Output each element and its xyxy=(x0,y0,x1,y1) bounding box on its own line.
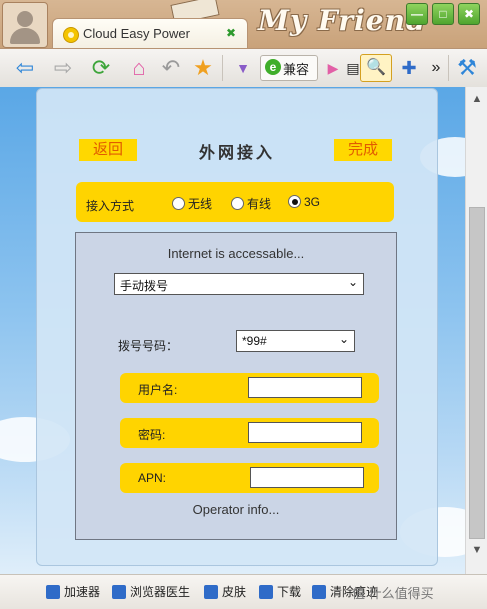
chevron-down-icon: ⌄ xyxy=(338,332,349,346)
scroll-up-icon[interactable]: ▲ xyxy=(469,91,485,107)
radio-3g-label: 3G xyxy=(304,195,321,209)
title-bar: Cloud Easy Power ✖ My Friend — □ ✖ xyxy=(0,0,487,48)
operator-info: Operator info... xyxy=(192,502,280,517)
apn-input[interactable] xyxy=(250,467,364,488)
skin-label: 皮肤 xyxy=(222,585,247,599)
vertical-scrollbar[interactable]: ▲ ▼ xyxy=(465,87,487,574)
username-label: 用户名: xyxy=(138,383,178,397)
user-avatar[interactable] xyxy=(2,2,48,48)
radio-wireless[interactable]: 无线 xyxy=(172,195,212,212)
more-tools-button[interactable]: » xyxy=(423,55,449,81)
skin-button[interactable]: 皮肤 xyxy=(204,583,246,600)
refresh-icon[interactable]: ⟳ xyxy=(88,55,114,81)
3g-settings-box: Internet is accessable... 手动拨号 ⌄ 拨号号码： *… xyxy=(75,232,397,540)
scroll-down-icon[interactable]: ▼ xyxy=(469,542,485,558)
skin-brand-logo: My Friend xyxy=(258,4,427,37)
dial-code-value: *99# xyxy=(242,334,267,348)
accelerator-button[interactable]: 加速器 xyxy=(46,583,100,600)
download-label: 下载 xyxy=(277,585,302,599)
doctor-plus-icon xyxy=(112,585,126,599)
page-viewport: 返回 外网接入 完成 接入方式 无线 有线 3G Internet is acc… xyxy=(0,87,465,574)
avatar-body-icon xyxy=(10,28,40,44)
close-window-button[interactable]: ✖ xyxy=(458,3,480,25)
tools-wrench-icon[interactable]: ⚒ xyxy=(454,55,480,81)
radio-circle-icon xyxy=(231,197,244,210)
network-settings-panel: 返回 外网接入 完成 接入方式 无线 有线 3G Internet is acc… xyxy=(36,88,438,566)
maximize-button[interactable]: □ xyxy=(432,3,454,25)
browser-doctor-button[interactable]: 浏览器医生 xyxy=(112,583,190,600)
compat-label: 兼容 xyxy=(283,62,310,77)
avatar-head-icon xyxy=(17,11,33,27)
toolbar-separator xyxy=(448,55,449,81)
star-icon[interactable]: ★ xyxy=(190,55,216,81)
watermark-logo: 值 什么值得买 xyxy=(352,586,434,601)
tab-cloud-easy-power[interactable]: Cloud Easy Power ✖ xyxy=(52,18,248,48)
radio-wireless-label: 无线 xyxy=(188,197,213,211)
home-icon[interactable]: ⌂ xyxy=(126,55,152,81)
ie-compat-icon: e xyxy=(265,59,281,75)
radio-checked-icon xyxy=(288,195,301,208)
apps-grid-icon[interactable]: ✚ xyxy=(396,55,422,81)
dial-mode-select[interactable]: 手动拨号 ⌄ xyxy=(114,273,364,295)
shirt-icon xyxy=(204,585,218,599)
password-input[interactable] xyxy=(248,422,362,443)
broom-icon xyxy=(312,585,326,599)
tab-title: Cloud Easy Power xyxy=(83,26,190,41)
username-input[interactable] xyxy=(248,377,362,398)
radio-3g[interactable]: 3G xyxy=(288,195,320,209)
done-button[interactable]: 完成 xyxy=(334,139,392,161)
dropdown-chevron-icon[interactable]: ▼ xyxy=(230,55,256,81)
wifi-icon xyxy=(63,27,79,43)
forward-arrow-icon[interactable]: ⇨ xyxy=(50,55,76,81)
status-bar: 加速器 浏览器医生 皮肤 下载 清除痕迹 值 什么值得买 xyxy=(0,574,487,609)
compat-mode-button[interactable]: e 兼容 xyxy=(260,55,318,81)
access-mode-label: 接入方式 xyxy=(86,199,135,213)
radio-wired[interactable]: 有线 xyxy=(231,195,271,212)
scrollbar-thumb[interactable] xyxy=(469,207,485,539)
navigation-toolbar: ⇦ ⇨ ⟳ ⌂ ↶ ★ ▼ e 兼容 ▶ ▤ 🔍 ✚ » ⚒ xyxy=(0,48,487,88)
accelerator-label: 加速器 xyxy=(64,585,101,599)
dial-mode-value: 手动拨号 xyxy=(120,279,169,293)
toolbar-separator xyxy=(222,55,223,81)
chevron-down-icon: ⌄ xyxy=(347,275,358,289)
apn-label: APN: xyxy=(138,471,167,485)
undo-icon[interactable]: ↶ xyxy=(158,55,184,81)
download-icon xyxy=(259,585,273,599)
tab-close-icon[interactable]: ✖ xyxy=(226,26,236,40)
back-arrow-icon[interactable]: ⇦ xyxy=(12,55,38,81)
dial-code-select[interactable]: *99# ⌄ xyxy=(236,330,355,352)
dial-code-label: 拨号号码： xyxy=(118,339,179,353)
password-row: 密码: xyxy=(120,418,379,448)
connection-status: Internet is accessable... xyxy=(167,246,305,261)
accelerator-icon xyxy=(46,585,60,599)
access-mode-row: 接入方式 无线 有线 3G xyxy=(76,182,394,222)
search-icon[interactable]: 🔍 xyxy=(360,54,392,82)
browser-doctor-label: 浏览器医生 xyxy=(130,585,191,599)
radio-wired-label: 有线 xyxy=(247,197,272,211)
password-label: 密码: xyxy=(138,428,166,442)
minimize-button[interactable]: — xyxy=(406,3,428,25)
username-row: 用户名: xyxy=(120,373,379,403)
apn-row: APN: xyxy=(120,463,379,493)
radio-circle-icon xyxy=(172,197,185,210)
download-button[interactable]: 下载 xyxy=(259,583,301,600)
